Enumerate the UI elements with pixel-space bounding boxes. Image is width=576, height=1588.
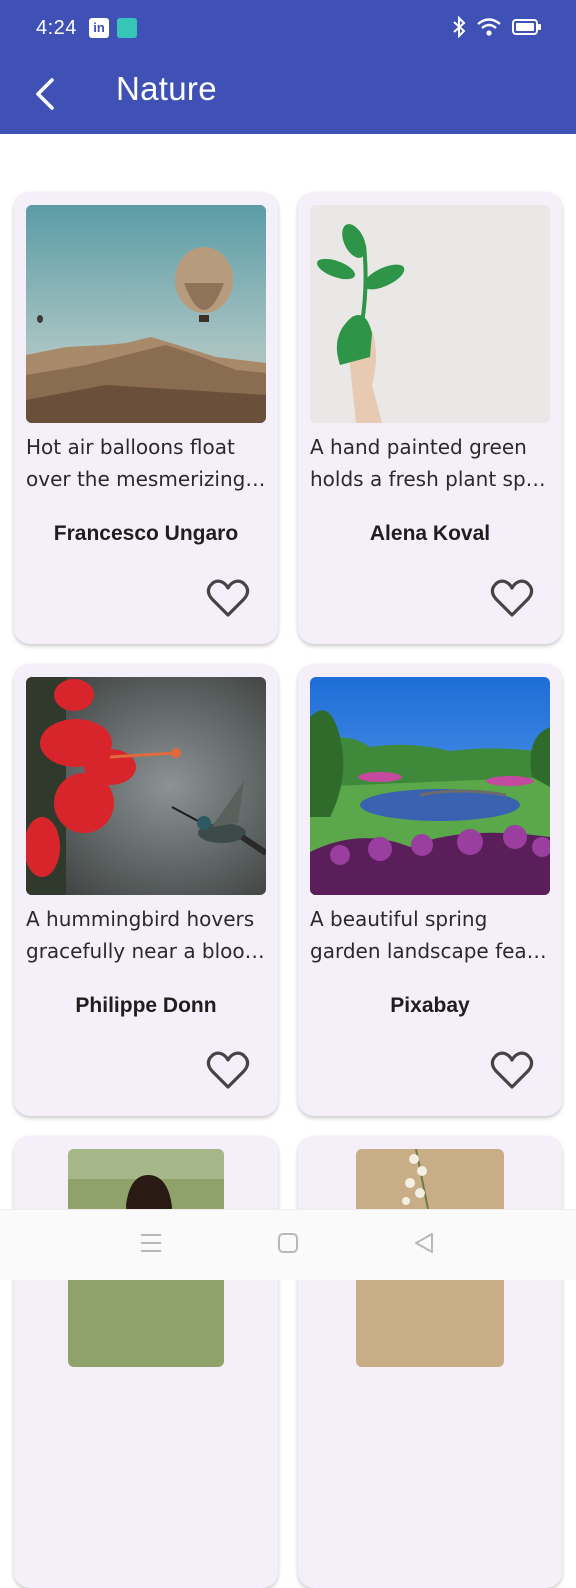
photo-image[interactable] [26,205,266,423]
author-name: Philippe Donn [75,994,217,1017]
heart-icon[interactable] [490,577,534,619]
status-bar: 4:24 in [0,0,576,58]
photo-image[interactable] [310,205,550,423]
description-line: A beautiful spring [310,907,488,931]
photo-description: Hot air balloons float over the mesmeriz… [26,431,270,495]
description-line: holds a fresh plant sp… [310,467,546,491]
heart-icon[interactable] [206,1049,250,1091]
back-triangle-icon[interactable] [413,1232,435,1254]
page-title: Nature [116,70,217,107]
photo-description: A hand painted green holds a fresh plant… [310,431,554,495]
wifi-icon [477,18,501,36]
battery-icon [512,19,541,35]
photo-card[interactable]: A hand painted green holds a fresh plant… [298,192,562,644]
description-line: A hummingbird hovers [26,907,255,931]
photo-card[interactable] [14,1136,278,1588]
photo-card[interactable] [298,1136,562,1588]
description-line: garden landscape fea… [310,939,547,963]
home-square-icon[interactable] [277,1232,299,1254]
photo-card[interactable]: A hummingbird hovers gracefully near a b… [14,664,278,1116]
photo-description: A hummingbird hovers gracefully near a b… [26,903,270,967]
description-line: Hot air balloons float [26,435,235,459]
heart-icon[interactable] [490,1049,534,1091]
photo-description: A beautiful spring garden landscape fea… [310,903,554,967]
description-line: over the mesmerizing… [26,467,266,491]
photo-card[interactable]: Hot air balloons float over the mesmeriz… [14,192,278,644]
author-name: Pixabay [390,994,470,1017]
arrow-back-icon[interactable] [28,74,68,114]
author-name: Alena Koval [369,522,491,545]
author-name: Francesco Ungaro [53,522,239,545]
status-time: 4:24 [36,17,77,39]
bluetooth-icon [453,16,466,38]
description-line: gracefully near a bloo… [26,939,265,963]
heart-icon[interactable] [206,577,250,619]
photo-image[interactable] [310,677,550,895]
app-icon [117,18,137,38]
linkedin-icon: in [89,18,109,38]
description-line: A hand painted green [310,435,527,459]
photo-card[interactable]: A beautiful spring garden landscape fea…… [298,664,562,1116]
app-bar: Nature [0,58,576,134]
photo-image[interactable] [26,677,266,895]
menu-icon[interactable] [140,1232,162,1254]
system-nav-bar [0,1209,576,1280]
